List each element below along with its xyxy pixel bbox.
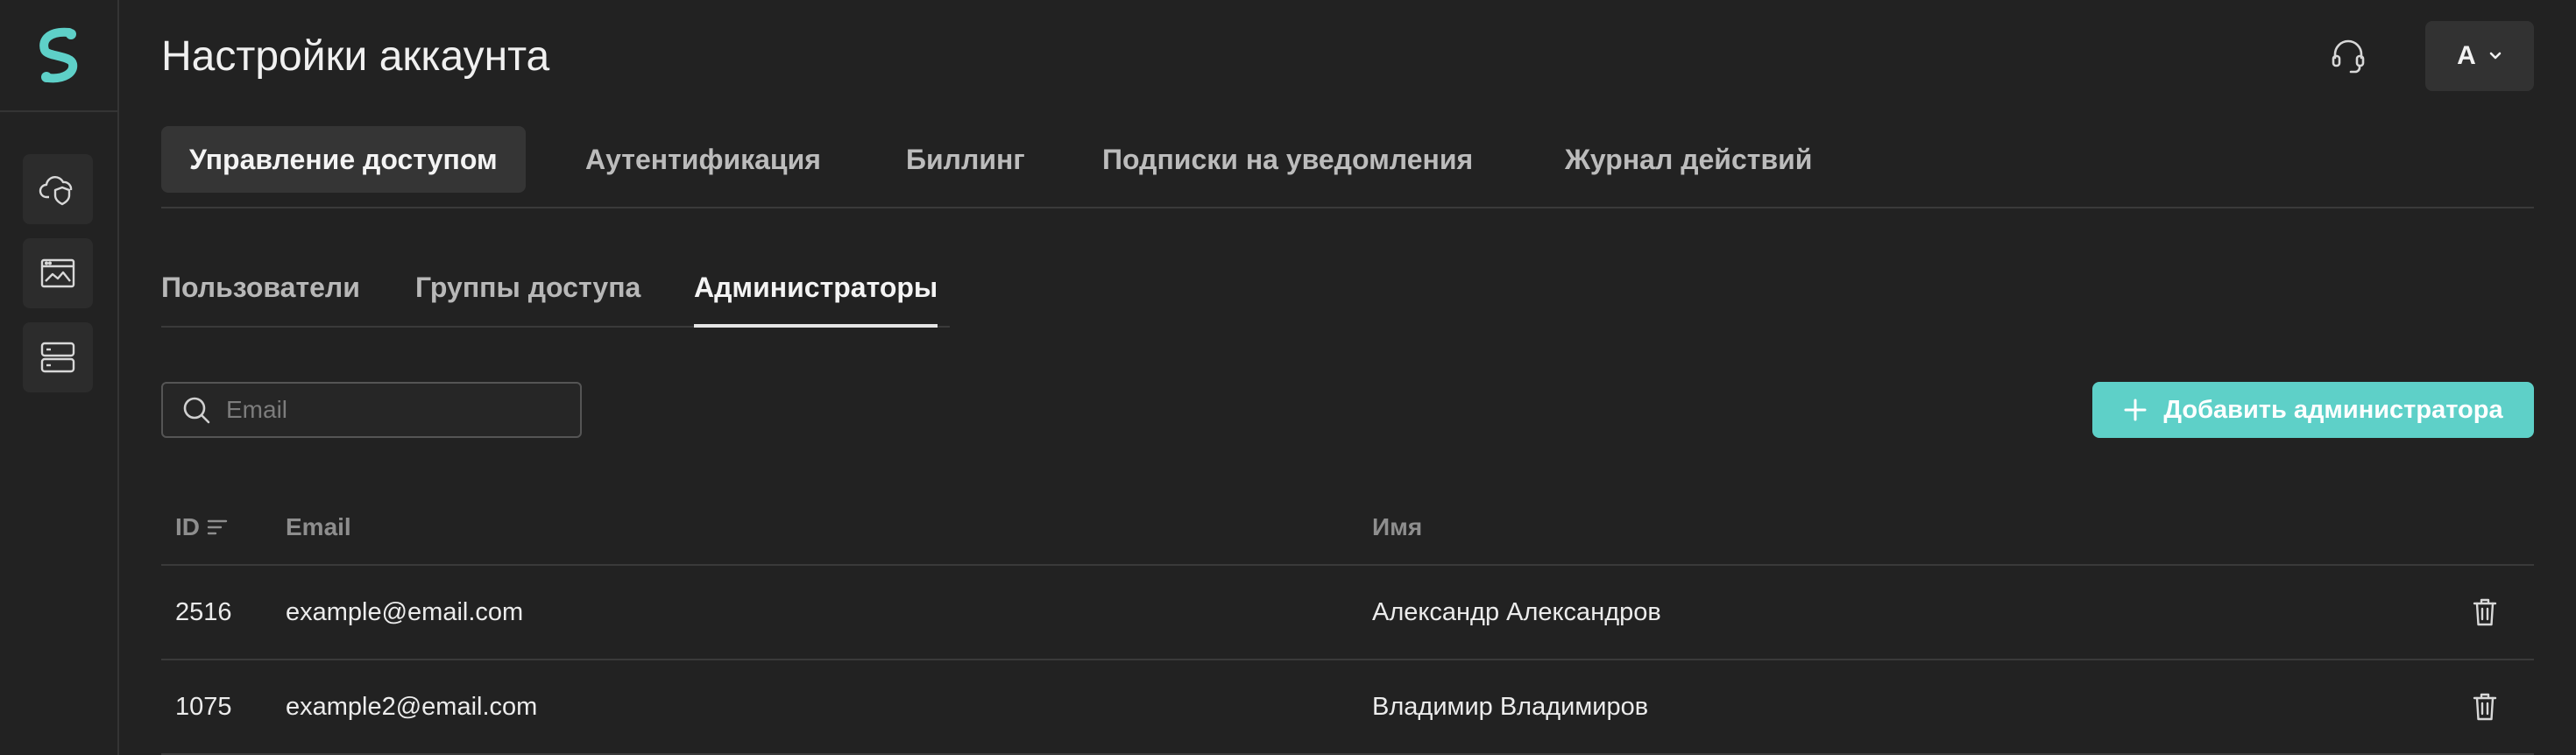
column-header-id-label: ID (175, 513, 200, 540)
column-header-name: Имя (1372, 513, 1423, 540)
image-browser-icon (40, 258, 75, 288)
email-search-input[interactable] (226, 396, 559, 424)
tab-access-management[interactable]: Управление доступом (161, 126, 526, 193)
logo-icon (39, 27, 78, 83)
table-row: 1075 example2@email.com Владимир Владими… (161, 660, 2534, 755)
sort-icon (207, 519, 228, 535)
tab-authentication[interactable]: Аутентификация (585, 126, 821, 193)
sidebar-item-images[interactable] (23, 238, 93, 308)
cell-name: Александр Александров (1372, 598, 1661, 626)
support-button[interactable] (2324, 32, 2373, 81)
logo[interactable] (0, 0, 117, 112)
cell-email: example@email.com (286, 598, 524, 626)
cell-name: Владимир Владимиров (1372, 693, 1649, 721)
cloud-shield-icon (39, 176, 73, 206)
search-box[interactable] (161, 382, 582, 438)
sidebar-item-cloud-security[interactable] (23, 154, 93, 224)
headset-icon (2332, 39, 2365, 74)
tab-notification-subscriptions[interactable]: Подписки на уведомления (1102, 126, 1473, 193)
add-administrator-label: Добавить администратора (2163, 395, 2503, 424)
search-icon (183, 397, 210, 424)
cell-id: 1075 (175, 693, 232, 721)
sidebar (0, 0, 119, 755)
chevron-down-icon (2489, 52, 2502, 60)
account-avatar-initial: A (2457, 41, 2476, 70)
cell-id: 2516 (175, 598, 232, 626)
delete-button[interactable] (2467, 689, 2502, 724)
app: Настройки аккаунта A Управление доступом… (0, 0, 2576, 755)
trash-icon (2473, 598, 2497, 626)
server-icon (40, 342, 75, 373)
subtab-access-groups[interactable]: Группы доступа (415, 263, 640, 328)
subtab-administrators[interactable]: Администраторы (694, 263, 938, 328)
tab-billing[interactable]: Биллинг (906, 126, 1025, 193)
subtab-users[interactable]: Пользователи (161, 263, 360, 328)
account-menu-button[interactable]: A (2425, 21, 2534, 91)
column-header-email: Email (286, 513, 351, 540)
cell-email: example2@email.com (286, 693, 538, 721)
table-row: 2516 example@email.com Александр Алексан… (161, 566, 2534, 660)
delete-button[interactable] (2467, 595, 2502, 630)
table-header: ID Email Имя (161, 497, 2534, 566)
page-title: Настройки аккаунта (161, 33, 550, 80)
settings-tabs: Управление доступом Аутентификация Билли… (161, 126, 2534, 208)
plus-icon (2124, 399, 2147, 421)
sidebar-item-servers[interactable] (23, 322, 93, 392)
administrators-table: ID Email Имя 2516 example@email.com Алек… (161, 497, 2534, 755)
access-subtabs: Пользователи Группы доступа Администрато… (161, 263, 950, 328)
tab-activity-log[interactable]: Журнал действий (1565, 126, 1812, 193)
add-administrator-button[interactable]: Добавить администратора (2092, 382, 2534, 438)
column-header-id[interactable]: ID (175, 513, 230, 541)
trash-icon (2473, 693, 2497, 721)
